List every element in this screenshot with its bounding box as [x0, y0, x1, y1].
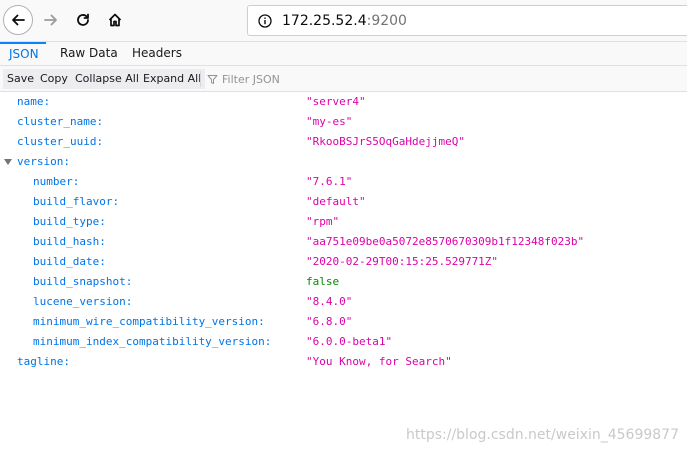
json-value: "2020-02-29T00:15:25.529771Z" — [306, 255, 499, 268]
tab-json[interactable]: JSON — [0, 42, 46, 65]
json-row[interactable]: build_snapshot: false — [0, 272, 687, 292]
json-row[interactable]: tagline: "You Know, for Search" — [0, 352, 687, 372]
json-row[interactable]: build_flavor: "default" — [0, 192, 687, 212]
json-row[interactable]: minimum_wire_compatibility_version: "6.8… — [0, 312, 687, 332]
json-value: "7.6.1" — [306, 175, 353, 188]
json-value: "RkooBSJrS5OqGaHdejjmeQ" — [306, 135, 465, 148]
json-value: "6.8.0" — [306, 315, 353, 328]
json-key: lucene_version: — [33, 295, 133, 308]
back-button[interactable] — [3, 5, 33, 35]
expand-toggle-icon[interactable] — [4, 159, 12, 165]
copy-button[interactable]: Copy — [36, 69, 72, 89]
json-key: tagline: — [17, 355, 70, 368]
filter-box — [207, 69, 402, 89]
home-button[interactable] — [100, 5, 130, 35]
filter-icon — [207, 74, 218, 84]
json-value: false — [306, 275, 340, 288]
json-value: "You Know, for Search" — [306, 355, 452, 368]
json-row[interactable]: build_date: "2020-02-29T00:15:25.529771Z… — [0, 252, 687, 272]
json-value: "server4" — [306, 95, 366, 108]
json-key: name: — [17, 95, 51, 108]
json-row[interactable]: build_hash: "aa751e09be0a5072e8570670309… — [0, 232, 687, 252]
json-row[interactable]: name: "server4" — [0, 92, 687, 112]
json-row[interactable]: number: "7.6.1" — [0, 172, 687, 192]
reload-button[interactable] — [68, 5, 98, 35]
json-key: build_type: — [33, 215, 106, 228]
tab-raw-data[interactable]: Raw Data — [51, 42, 127, 65]
forward-arrow-icon — [44, 14, 57, 26]
url-text: 172.25.52.4:9200 — [282, 13, 407, 29]
json-key: minimum_index_compatibility_version: — [33, 335, 272, 348]
json-value: "default" — [306, 195, 366, 208]
json-row-version[interactable]: version: — [0, 152, 687, 172]
json-key: build_date: — [33, 255, 106, 268]
url-port: :9200 — [366, 12, 407, 29]
json-key: number: — [33, 175, 80, 188]
toolbar-divider — [200, 71, 201, 87]
watermark: https://blog.csdn.net/weixin_45699877 — [405, 427, 679, 443]
json-row[interactable]: cluster_name: "my-es" — [0, 112, 687, 132]
url-bar[interactable]: 172.25.52.4:9200 — [247, 5, 687, 36]
json-key: build_flavor: — [33, 195, 120, 208]
json-row[interactable]: cluster_uuid: "RkooBSJrS5OqGaHdejjmeQ" — [0, 132, 687, 152]
json-row[interactable]: build_type: "rpm" — [0, 212, 687, 232]
json-row[interactable]: lucene_version: "8.4.0" — [0, 292, 687, 312]
json-key: build_snapshot: — [33, 275, 133, 288]
json-value: "aa751e09be0a5072e8570670309b1f12348f023… — [306, 235, 585, 248]
json-key: build_hash: — [33, 235, 106, 248]
json-value: "6.0.0-beta1" — [306, 335, 393, 348]
back-arrow-icon — [12, 14, 25, 26]
viewer-tabs: JSON Raw Data Headers — [0, 42, 687, 66]
json-tree: name: "server4" cluster_name: "my-es" cl… — [0, 92, 687, 372]
home-icon — [108, 13, 122, 27]
url-host: 172.25.52.4 — [282, 12, 367, 29]
json-value: "rpm" — [306, 215, 340, 228]
tab-headers[interactable]: Headers — [123, 42, 191, 65]
json-row[interactable]: minimum_index_compatibility_version: "6.… — [0, 332, 687, 352]
info-icon[interactable] — [258, 13, 272, 28]
collapse-all-button[interactable]: Collapse All — [71, 69, 143, 89]
json-value: "8.4.0" — [306, 295, 353, 308]
json-key: minimum_wire_compatibility_version: — [33, 315, 265, 328]
expand-all-button[interactable]: Expand All — [139, 69, 206, 89]
json-key: cluster_name: — [17, 115, 104, 128]
reload-icon — [77, 13, 89, 26]
json-value: "my-es" — [306, 115, 353, 128]
filter-json-input[interactable] — [222, 72, 402, 86]
json-toolbar: Save Copy Collapse All Expand All — [0, 66, 687, 92]
save-button[interactable]: Save — [3, 69, 39, 89]
forward-button[interactable] — [36, 5, 66, 35]
json-key: cluster_uuid: — [17, 135, 104, 148]
json-key: version: — [17, 155, 70, 168]
navigation-bar: 172.25.52.4:9200 — [0, 0, 687, 42]
